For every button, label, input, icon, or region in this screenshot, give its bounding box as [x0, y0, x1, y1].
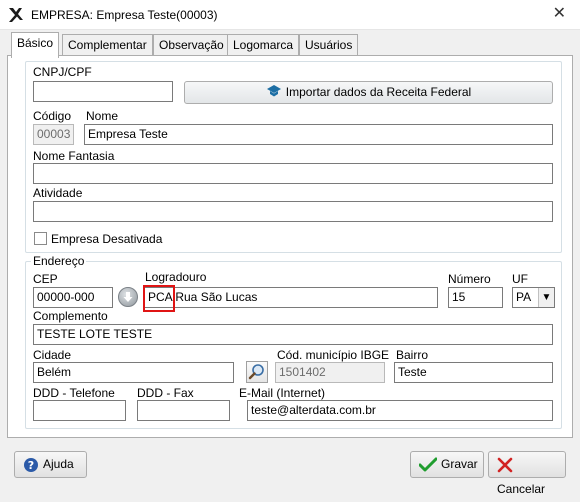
atividade-label: Atividade — [33, 186, 83, 200]
nome-input[interactable]: Empresa Teste — [84, 124, 553, 145]
cep-lookup-button[interactable] — [118, 287, 138, 307]
numero-input[interactable]: 15 — [448, 287, 503, 308]
download-arrow-icon — [123, 292, 133, 302]
search-icon — [248, 364, 264, 380]
nome-fantasia-label: Nome Fantasia — [33, 149, 115, 163]
highlight-box — [143, 285, 175, 312]
cod-municipio-input: 1501402 — [275, 362, 385, 383]
ddd-telefone-label: DDD - Telefone — [33, 386, 115, 400]
import-icon — [266, 85, 281, 97]
cidade-label: Cidade — [33, 348, 72, 362]
cod-municipio-label: Cód. município IBGE — [277, 348, 390, 362]
import-button-label: Importar dados da Receita Federal — [285, 85, 472, 99]
uf-value: PA — [516, 290, 532, 304]
uf-label: UF — [512, 272, 528, 286]
cep-label: CEP — [33, 272, 58, 286]
cnpj-input[interactable] — [33, 81, 173, 102]
ddd-telefone-input[interactable] — [33, 400, 126, 421]
chevron-down-icon[interactable]: ▼ — [538, 288, 554, 307]
import-receita-button[interactable]: Importar dados da Receita Federal — [184, 81, 553, 104]
nome-label: Nome — [86, 109, 119, 123]
codigo-input: 00003 — [33, 124, 74, 145]
complemento-input[interactable]: TESTE LOTE TESTE — [33, 324, 553, 345]
logradouro-label: Logradouro — [145, 270, 207, 284]
complemento-label: Complemento — [33, 309, 108, 323]
email-label: E-Mail (Internet) — [239, 386, 326, 400]
cnpj-label: CNPJ/CPF — [33, 65, 92, 79]
empresa-desativada-checkbox[interactable] — [34, 232, 47, 245]
logradouro-input[interactable]: PCA Rua São Lucas — [144, 287, 438, 308]
endereco-legend: Endereço — [31, 254, 87, 268]
cidade-input[interactable]: Belém — [33, 362, 234, 383]
nome-fantasia-input[interactable] — [33, 163, 553, 184]
uf-select[interactable]: PA ▼ — [512, 287, 555, 308]
codigo-label: Código — [33, 109, 72, 123]
bairro-input[interactable]: Teste — [394, 362, 553, 383]
atividade-input[interactable] — [33, 201, 553, 222]
cep-input[interactable]: 00000-000 — [33, 287, 113, 308]
email-input[interactable]: teste@alterdata.com.br — [247, 400, 553, 421]
ddd-fax-label: DDD - Fax — [137, 386, 194, 400]
cidade-search-button[interactable] — [246, 361, 268, 383]
empresa-desativada-label: Empresa Desativada — [51, 232, 163, 246]
ddd-fax-input[interactable] — [137, 400, 230, 421]
numero-label: Número — [448, 272, 491, 286]
bairro-label: Bairro — [396, 348, 429, 362]
